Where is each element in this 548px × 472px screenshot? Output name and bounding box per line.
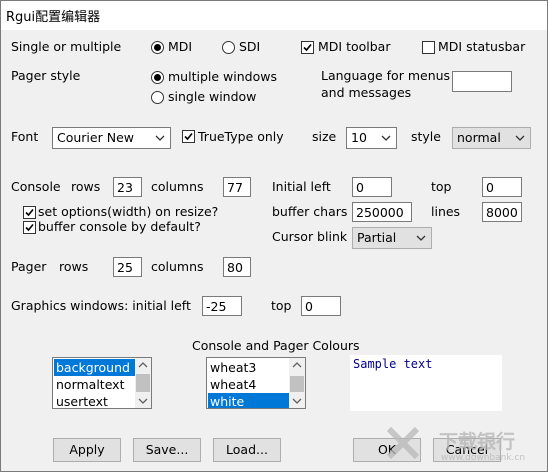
console-top-input[interactable]: 0: [482, 177, 522, 197]
single-window-radio[interactable]: [151, 91, 164, 104]
colour-list-scrollbar[interactable]: [289, 358, 305, 408]
pager-rows-input[interactable]: 25: [113, 257, 142, 277]
mdi-label: Single or multiple: [11, 39, 122, 54]
list-item-wheat4[interactable]: wheat4: [208, 376, 289, 393]
truetype-checkbox[interactable]: [182, 130, 195, 143]
list-item-wheat3[interactable]: wheat3: [208, 359, 289, 376]
list-item-usertext[interactable]: usertext: [54, 393, 135, 408]
sdi-radio[interactable]: [222, 41, 235, 54]
pager-label: Pager: [11, 259, 47, 274]
element-list-scrollbar[interactable]: [135, 358, 151, 408]
mdi-statusbar-checkbox[interactable]: [422, 41, 435, 54]
set-options-label[interactable]: set options(width) on resize?: [38, 204, 218, 220]
chevron-down-icon: [515, 135, 525, 141]
buffer-console-checkbox[interactable]: [23, 221, 36, 234]
mdi-radio-label[interactable]: MDI: [168, 39, 192, 55]
font-size-value: 10: [351, 130, 367, 145]
scroll-up-icon[interactable]: [135, 358, 151, 373]
chevron-down-icon: [416, 235, 426, 241]
chevron-down-icon: [155, 135, 165, 141]
font-style-select[interactable]: normal: [452, 127, 531, 149]
checkmark-icon: [25, 223, 34, 232]
multiple-windows-radio[interactable]: [151, 71, 164, 84]
colours-heading: Console and Pager Colours: [192, 338, 360, 353]
list-item-background[interactable]: background: [54, 359, 135, 376]
pager-rows-label: rows: [59, 259, 89, 274]
mdi-toolbar-checkbox[interactable]: [301, 41, 314, 54]
scroll-down-icon[interactable]: [135, 393, 151, 408]
watermark-text: 下载银行: [439, 431, 516, 453]
window-title: Rgui配置编辑器: [6, 10, 101, 25]
sample-text-preview: Sample text: [350, 355, 502, 411]
sample-text: Sample text: [353, 357, 433, 371]
list-item-normaltext[interactable]: normaltext: [54, 376, 135, 393]
save-button[interactable]: Save...: [133, 438, 201, 462]
font-style-value: normal: [457, 130, 501, 145]
font-select-value: Courier New: [57, 130, 134, 145]
buffer-console-label[interactable]: buffer console by default?: [38, 219, 201, 235]
list-item-white[interactable]: white: [208, 393, 289, 408]
console-rows-label: rows: [71, 179, 101, 194]
pager-columns-input[interactable]: 80: [223, 257, 251, 277]
multiple-windows-label[interactable]: multiple windows: [168, 69, 277, 85]
colour-value-list[interactable]: wheat3 wheat4 white: [206, 357, 306, 409]
initial-left-label: Initial left: [272, 179, 331, 194]
cursor-blink-label: Cursor blink: [272, 229, 348, 244]
apply-button[interactable]: Apply: [53, 438, 121, 462]
font-size-label: size: [312, 129, 337, 144]
font-select[interactable]: Courier New: [52, 127, 171, 149]
lines-label: lines: [431, 204, 461, 219]
mdi-toolbar-label[interactable]: MDI toolbar: [318, 39, 390, 55]
mdi-statusbar-label[interactable]: MDI statusbar: [438, 39, 525, 55]
mdi-radio[interactable]: [151, 41, 164, 54]
checkmark-icon: [303, 43, 312, 52]
scroll-down-icon[interactable]: [289, 393, 305, 408]
console-rows-input[interactable]: 23: [113, 177, 142, 197]
pager-columns-label: columns: [151, 259, 204, 274]
font-style-label: style: [411, 129, 441, 144]
chevron-down-icon: [381, 135, 391, 141]
console-label: Console: [11, 179, 61, 194]
truetype-label[interactable]: TrueType only: [198, 129, 284, 145]
scroll-thumb[interactable]: [290, 376, 304, 392]
checkmark-icon: [184, 132, 193, 141]
title-bar[interactable]: Rgui配置编辑器: [1, 1, 547, 30]
console-top-label: top: [431, 179, 452, 194]
pager-style-label: Pager style: [11, 68, 81, 83]
colour-element-list[interactable]: background normaltext usertext: [52, 357, 152, 409]
cursor-blink-select[interactable]: Partial: [352, 227, 432, 249]
language-label-line1: Language for menus: [321, 68, 451, 83]
rgui-config-dialog: Rgui配置编辑器 Single or multiple MDI SDI MDI…: [0, 0, 548, 472]
scroll-thumb[interactable]: [136, 374, 150, 392]
graphics-top-input[interactable]: 0: [301, 296, 341, 316]
lines-input[interactable]: 8000: [482, 202, 522, 222]
language-label-line2: and messages: [321, 85, 412, 100]
sdi-radio-label[interactable]: SDI: [239, 39, 260, 55]
console-columns-input[interactable]: 77: [223, 177, 251, 197]
cursor-blink-value: Partial: [357, 230, 397, 245]
single-window-label[interactable]: single window: [168, 89, 256, 105]
watermark-url: www.downbank.cn: [441, 453, 526, 463]
language-input[interactable]: [452, 71, 512, 92]
graphics-top-label: top: [271, 298, 292, 313]
buffer-chars-input[interactable]: 250000: [352, 202, 412, 222]
initial-left-input[interactable]: 0: [352, 177, 392, 197]
console-columns-label: columns: [151, 179, 204, 194]
checkmark-icon: [25, 208, 34, 217]
buffer-chars-label: buffer chars: [272, 204, 348, 219]
font-size-select[interactable]: 10: [346, 127, 397, 149]
graphics-label: Graphics windows: initial left: [11, 298, 191, 313]
load-button[interactable]: Load...: [213, 438, 281, 462]
set-options-checkbox[interactable]: [23, 206, 36, 219]
graphics-left-input[interactable]: -25: [202, 296, 242, 316]
font-label: Font: [11, 129, 39, 144]
scroll-up-icon[interactable]: [289, 358, 305, 373]
watermark-logo-icon: [386, 426, 420, 460]
